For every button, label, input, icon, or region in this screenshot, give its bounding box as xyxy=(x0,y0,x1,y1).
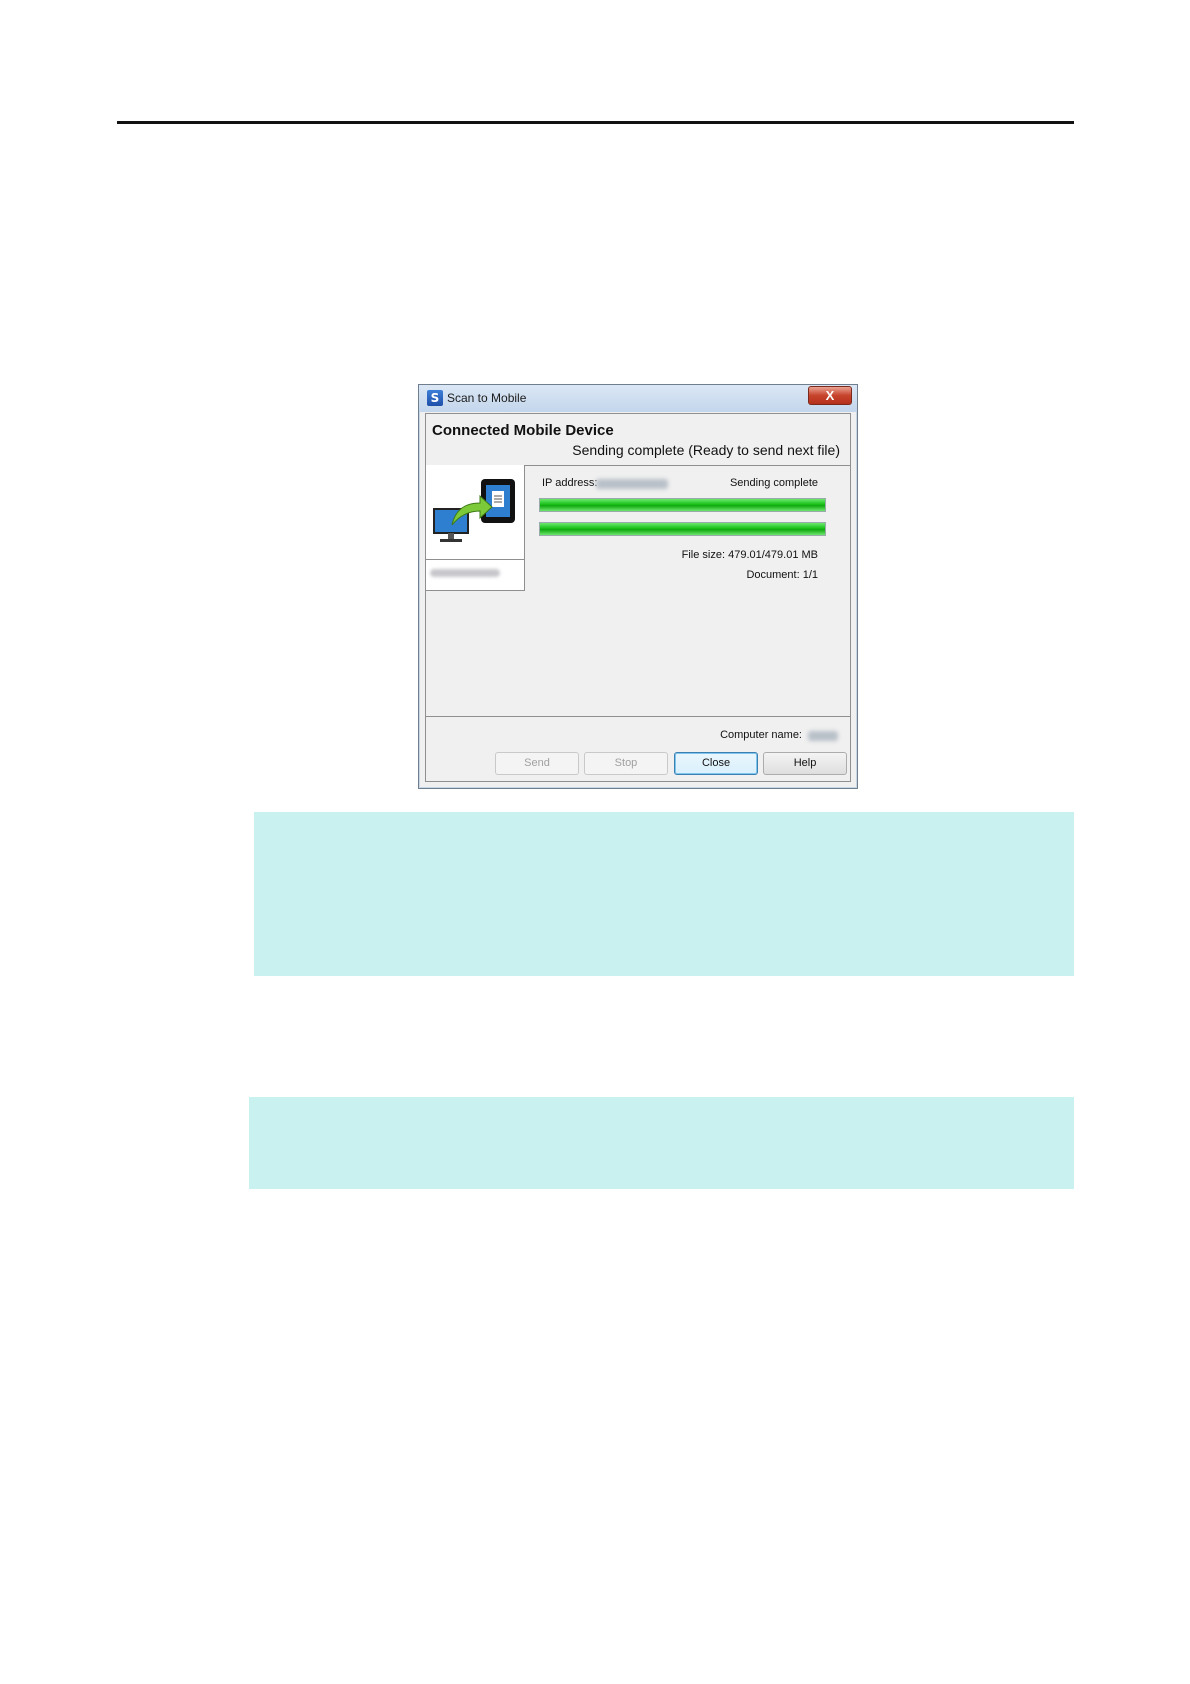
total-progress-fill xyxy=(540,523,825,535)
file-progress-fill xyxy=(540,499,825,511)
device-item[interactable] xyxy=(426,465,525,591)
send-button[interactable]: Send xyxy=(495,752,579,775)
computer-to-mobile-icon xyxy=(433,479,515,542)
file-progress-bar xyxy=(539,498,826,512)
header-status: Sending complete (Ready to send next fil… xyxy=(572,442,840,458)
help-button[interactable]: Help xyxy=(763,752,847,775)
title-bar: S Scan to Mobile X xyxy=(419,385,857,412)
stop-button[interactable]: Stop xyxy=(584,752,668,775)
sending-status: Sending complete xyxy=(729,477,818,489)
transfer-panel: IP address: Sending complete File size: … xyxy=(426,465,850,717)
header-title: Connected Mobile Device xyxy=(432,422,614,439)
ip-address-blurred xyxy=(596,479,668,489)
document-count-text: Document: 1/1 xyxy=(746,569,818,581)
note-box-2 xyxy=(249,1097,1074,1189)
note-box-1 xyxy=(254,812,1074,976)
total-progress-bar xyxy=(539,522,826,536)
computer-name-label: Computer name: xyxy=(720,729,802,741)
file-size-text: File size: 479.01/479.01 MB xyxy=(681,549,818,561)
scan-to-mobile-dialog: S Scan to Mobile X Connected Mobile Devi… xyxy=(418,384,858,789)
dialog-client-area: Connected Mobile Device Sending complete… xyxy=(425,413,851,782)
dialog-header: Connected Mobile Device Sending complete… xyxy=(426,414,850,466)
window-title: Scan to Mobile xyxy=(447,391,527,405)
close-button[interactable]: Close xyxy=(674,752,758,775)
ip-address-label: IP address: xyxy=(542,477,598,489)
scan-app-icon: S xyxy=(427,390,443,406)
device-name-blurred xyxy=(430,569,500,577)
device-separator xyxy=(426,559,524,560)
window-close-button[interactable]: X xyxy=(808,386,852,405)
computer-name-blurred xyxy=(808,731,838,741)
page-top-rule xyxy=(117,121,1074,124)
